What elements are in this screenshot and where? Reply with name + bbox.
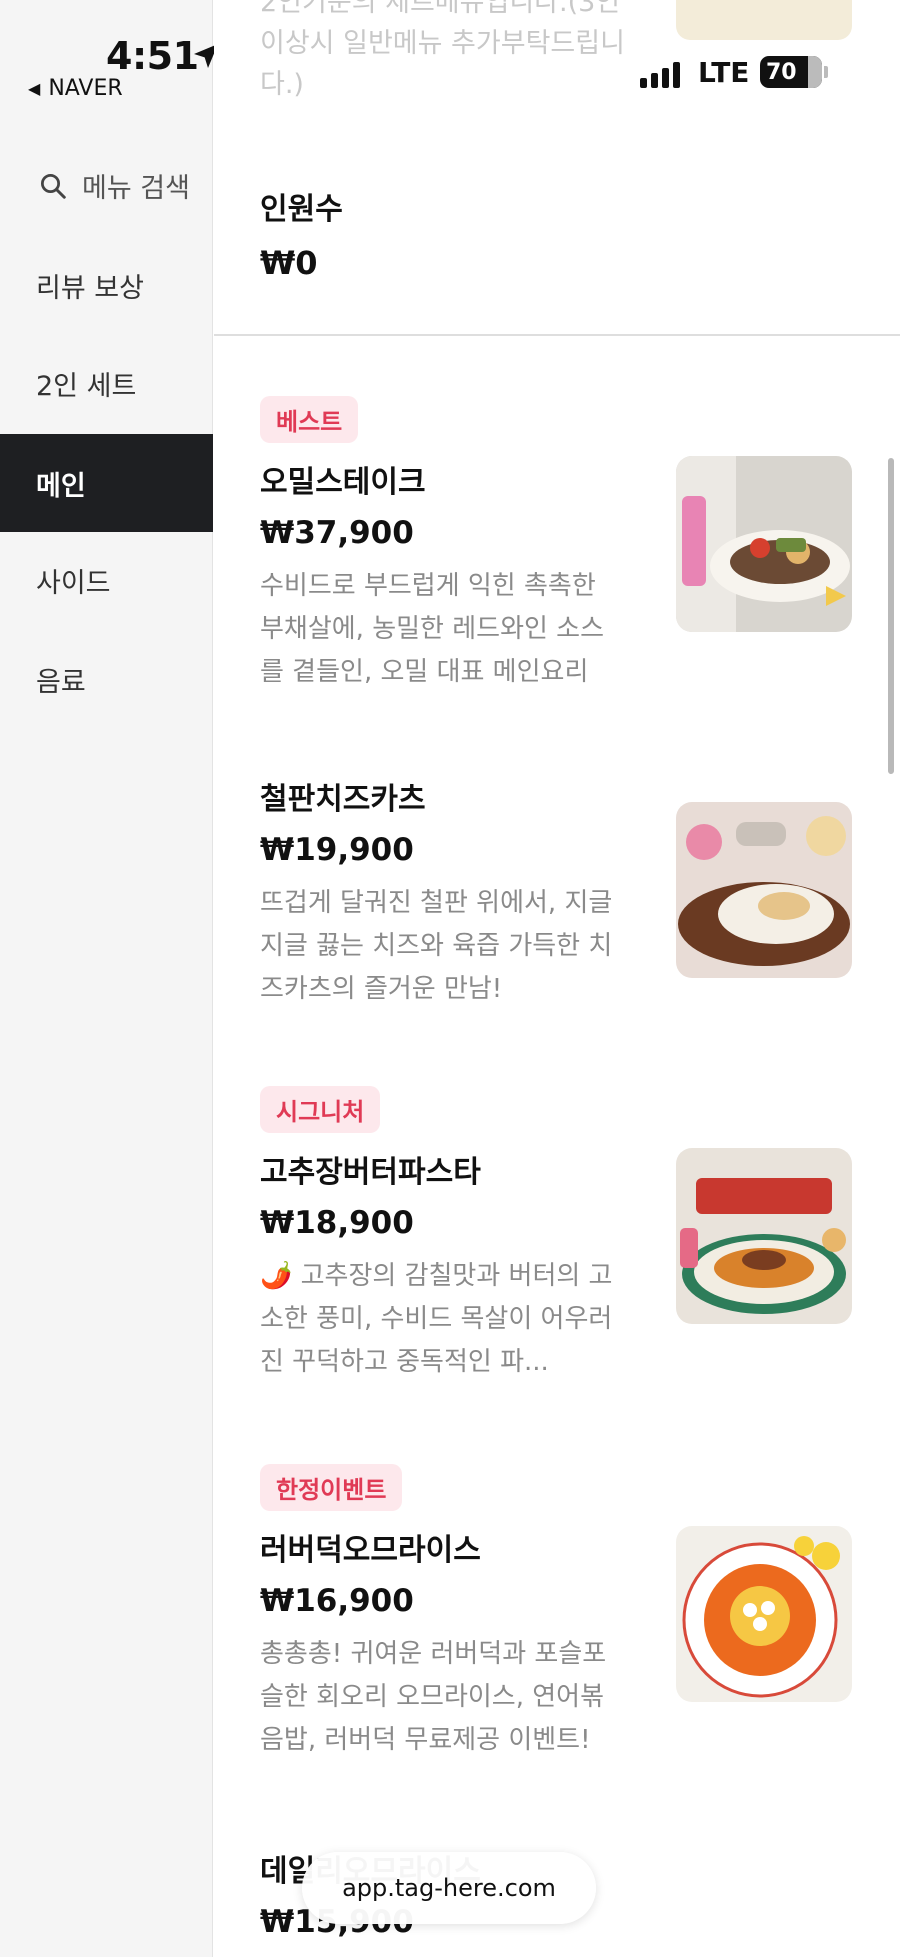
back-to-naver-link[interactable]: ◀ NAVER — [28, 76, 123, 101]
battery-level: 70 — [766, 59, 797, 85]
sidebar-item-side[interactable]: 사이드 — [0, 531, 213, 629]
url-bar[interactable]: app.tag-here.com — [302, 1852, 596, 1924]
menu-item-photo[interactable] — [676, 1148, 852, 1324]
menu-list[interactable]: 2인기준의 세트메뉴입니다.(3인이상시 일반메뉴 추가부탁드립니다.) LTE… — [214, 0, 900, 1957]
sidebar-item-set-for-two[interactable]: 2인 세트 — [0, 334, 213, 432]
section-divider — [214, 334, 900, 336]
menu-item-description: 수비드로 부드럽게 익힌 촉촉한 부채살에, 농밀한 레드와인 소스를 곁들인,… — [260, 571, 605, 687]
battery-icon: 70 — [760, 56, 822, 88]
status-time: 4:51 — [106, 34, 199, 78]
back-triangle-icon: ◀ — [28, 79, 41, 98]
signature-badge: 시그니처 — [260, 1086, 381, 1133]
signal-icon — [640, 62, 680, 88]
menu-search-label: 메뉴 검색 — [82, 173, 190, 204]
sidebar-item-main[interactable]: 메인 — [0, 434, 213, 532]
network-label: LTE — [698, 56, 750, 89]
sidebar-item-label: 음료 — [36, 666, 86, 698]
limited-event-badge: 한정이벤트 — [260, 1464, 403, 1511]
menu-search-button[interactable]: 메뉴 검색 — [38, 166, 190, 205]
sidebar-item-drinks[interactable]: 음료 — [0, 630, 213, 728]
set-description: 2인기준의 세트메뉴입니다.(3인이상시 일반메뉴 추가부탁드립니다.) — [260, 0, 625, 100]
back-label: NAVER — [48, 76, 123, 101]
sidebar-item-label: 메인 — [36, 470, 86, 502]
sidebar-item-review-reward[interactable]: 리뷰 보상 — [0, 236, 213, 334]
menu-item-photo[interactable] — [676, 1526, 852, 1702]
sidebar-item-label: 2인 세트 — [36, 370, 137, 402]
category-sidebar: 4:51 ◀ NAVER 메뉴 검색 리뷰 보상 2인 세트 메인 사이드 음료 — [0, 0, 218, 1957]
people-count-label: 인원수 — [260, 192, 343, 227]
menu-item-description: 총총총! 귀여운 러버덕과 포슬포슬한 회오리 오므라이스, 연어볶음밥, 러버… — [260, 1639, 607, 1755]
url-text: app.tag-here.com — [342, 1874, 556, 1902]
sidebar-item-label: 사이드 — [36, 567, 111, 599]
sidebar-item-label: 리뷰 보상 — [36, 272, 144, 304]
status-bar-right: LTE 70 — [640, 50, 900, 100]
menu-item-description: 🌶️ 고추장의 감칠맛과 버터의 고소한 풍미, 수비드 목살이 어우러진 꾸덕… — [260, 1261, 613, 1377]
best-badge: 베스트 — [260, 396, 359, 443]
set-menu-image[interactable] — [676, 0, 852, 40]
scrollbar[interactable] — [888, 458, 894, 774]
menu-item-description: 뜨겁게 달궈진 철판 위에서, 지글지글 끓는 치즈와 육즙 가득한 치즈카츠의… — [260, 888, 613, 1004]
menu-item-photo[interactable] — [676, 802, 852, 978]
search-icon — [41, 173, 66, 199]
status-bar-left: 4:51 ◀ NAVER — [0, 30, 218, 110]
menu-item-photo[interactable] — [676, 456, 852, 632]
people-count-price: ₩0 — [260, 244, 318, 282]
